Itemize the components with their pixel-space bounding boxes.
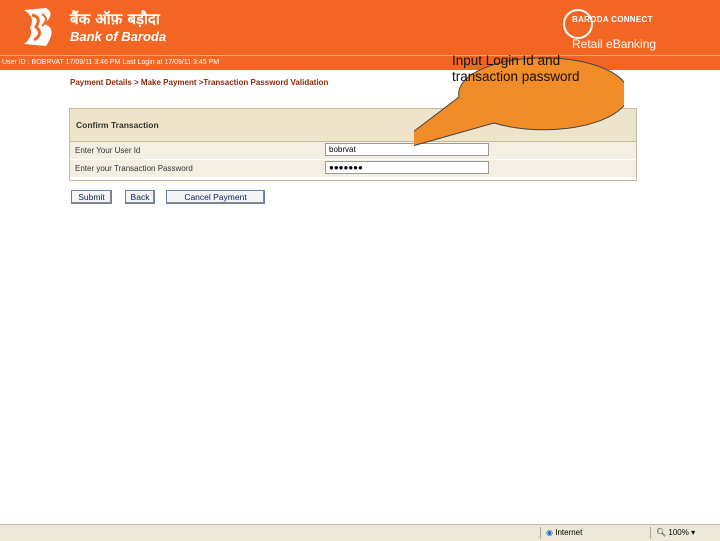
baroda-connect-label: BARODA CONNECT	[572, 15, 653, 24]
bank-name: Bank of Baroda	[70, 29, 167, 44]
submit-button[interactable]: Submit	[71, 190, 112, 204]
zoom-text: 100%	[668, 528, 689, 537]
chevron-down-icon: ▾	[691, 528, 696, 537]
cancel-payment-button[interactable]: Cancel Payment	[166, 190, 265, 204]
zoom-icon: 🔍︎	[656, 528, 667, 537]
callout-text: Input Login Id and transaction password	[452, 53, 580, 84]
bank-name-hindi: बैंक ऑफ़ बड़ौदा	[70, 10, 160, 28]
zone-text: Internet	[555, 528, 583, 537]
password-row: Enter your Transaction Password	[70, 160, 636, 177]
zoom-control[interactable]: 🔍︎ 100% ▾	[656, 528, 695, 537]
back-button[interactable]: Back	[125, 190, 155, 204]
bank-logo-icon	[24, 8, 52, 46]
user-id-label: Enter Your User Id	[75, 146, 141, 155]
breadcrumb: Payment Details > Make Payment >Transact…	[70, 78, 329, 87]
password-label: Enter your Transaction Password	[75, 164, 193, 173]
panel-title: Confirm Transaction	[76, 120, 159, 130]
internet-zone-label: ◉ Internet	[546, 528, 582, 537]
status-divider	[650, 527, 651, 539]
status-divider	[540, 527, 541, 539]
transaction-password-input[interactable]	[325, 161, 489, 174]
globe-icon: ◉	[546, 528, 553, 537]
browser-status-bar: ◉ Internet 🔍︎ 100% ▾	[0, 524, 720, 541]
